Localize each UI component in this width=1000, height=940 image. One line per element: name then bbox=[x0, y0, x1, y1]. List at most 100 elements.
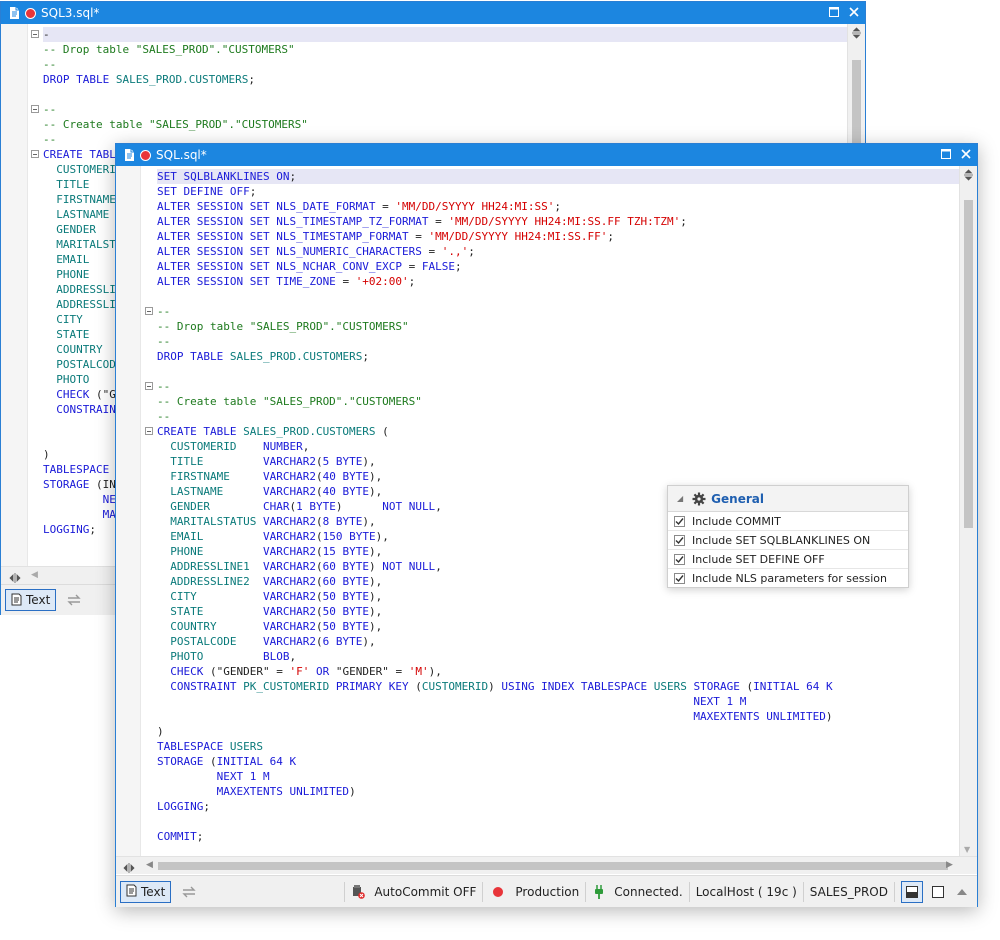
code-line[interactable]: ALTER SESSION SET NLS_TIMESTAMP_FORMAT =… bbox=[157, 229, 959, 244]
fold-toggle[interactable] bbox=[145, 307, 153, 315]
scroll-thumb[interactable] bbox=[964, 200, 973, 528]
code-line[interactable]: SET SQLBLANKLINES ON; bbox=[157, 169, 959, 184]
code-line[interactable]: CHECK ("GENDER" = 'F' OR "GENDER" = 'M')… bbox=[157, 664, 959, 679]
code-line[interactable]: -- Create table "SALES_PROD"."CUSTOMERS" bbox=[43, 117, 848, 132]
divider bbox=[344, 881, 346, 902]
environment-label[interactable]: Production bbox=[515, 885, 579, 899]
back-window-titlebar[interactable]: SQL3.sql* bbox=[1, 2, 865, 24]
code-token: 50 bbox=[322, 590, 343, 603]
option-checkbox[interactable] bbox=[674, 553, 685, 565]
server-label[interactable]: LocalHost ( 19c ) bbox=[696, 885, 797, 899]
option-checkbox[interactable] bbox=[674, 572, 685, 584]
code-line[interactable] bbox=[43, 87, 848, 102]
text-mode-button[interactable]: Text bbox=[120, 880, 172, 903]
code-line[interactable]: STORAGE (INITIAL 64 K bbox=[157, 754, 959, 769]
fold-toggle[interactable] bbox=[31, 30, 39, 38]
fold-toggle[interactable] bbox=[145, 382, 153, 390]
code-line[interactable] bbox=[157, 814, 959, 829]
code-token: 50 bbox=[322, 605, 343, 618]
code-line[interactable]: -- Drop table "SALES_PROD"."CUSTOMERS" bbox=[43, 42, 848, 57]
close-icon[interactable] bbox=[847, 5, 861, 19]
scroll-right-arrow[interactable]: ▶ bbox=[946, 860, 953, 870]
code-line[interactable]: MAXEXTENTS UNLIMITED) bbox=[157, 784, 959, 799]
code-line[interactable]: -- bbox=[43, 102, 848, 117]
scroll-left-arrow[interactable]: ◀ bbox=[31, 570, 38, 580]
code-line[interactable]: -- Drop table "SALES_PROD"."CUSTOMERS" bbox=[157, 319, 959, 334]
output-panel-toggle-icon[interactable] bbox=[901, 880, 923, 903]
code-line[interactable]: ALTER SESSION SET TIME_ZONE = '+02:00'; bbox=[157, 274, 959, 289]
text-mode-button[interactable]: Text bbox=[5, 589, 57, 611]
code-line[interactable]: NEXT 1 M bbox=[157, 769, 959, 784]
split-view-icon[interactable] bbox=[963, 168, 974, 182]
code-line[interactable]: CITY VARCHAR2(50 BYTE), bbox=[157, 589, 959, 604]
horizontal-scroll-thumb[interactable] bbox=[158, 862, 948, 870]
code-line[interactable]: LOGGING; bbox=[157, 799, 959, 814]
fold-toggle[interactable] bbox=[31, 150, 39, 158]
code-line[interactable]: NEXT 1 M bbox=[157, 694, 959, 709]
code-line[interactable]: -- bbox=[43, 57, 848, 72]
option-checkbox[interactable] bbox=[674, 534, 685, 546]
option-row[interactable]: Include SET DEFINE OFF bbox=[668, 550, 908, 569]
code-line[interactable]: ALTER SESSION SET NLS_NUMERIC_CHARACTERS… bbox=[157, 244, 959, 259]
code-line[interactable]: -- bbox=[157, 379, 959, 394]
horizontal-scrollbar[interactable]: ◀ ▶ bbox=[116, 856, 977, 874]
code-line[interactable]: CREATE TABLE SALES_PROD.CUSTOMERS ( bbox=[157, 424, 959, 439]
option-row[interactable]: Include SET SQLBLANKLINES ON bbox=[668, 531, 908, 550]
code-line[interactable]: ) bbox=[157, 724, 959, 739]
fold-markers bbox=[141, 166, 155, 856]
code-line[interactable]: - bbox=[43, 27, 848, 42]
code-line[interactable]: ALTER SESSION SET NLS_TIMESTAMP_TZ_FORMA… bbox=[157, 214, 959, 229]
front-window-titlebar[interactable]: SQL.sql* bbox=[116, 144, 977, 166]
swap-view-icon[interactable] bbox=[64, 590, 84, 610]
window-layout-icon[interactable] bbox=[927, 881, 949, 903]
fold-toggle[interactable] bbox=[31, 105, 39, 113]
code-line[interactable]: PHOTO BLOB, bbox=[157, 649, 959, 664]
code-line[interactable]: POSTALCODE VARCHAR2(6 BYTE), bbox=[157, 634, 959, 649]
connection-status[interactable]: Connected. bbox=[614, 885, 682, 899]
autocommit-status[interactable]: AutoCommit OFF bbox=[374, 885, 476, 899]
close-icon[interactable] bbox=[959, 147, 973, 161]
code-line[interactable]: COMMIT; bbox=[157, 829, 959, 844]
code-token: SALES_PROD.CUSTOMERS bbox=[243, 425, 383, 438]
code-line[interactable] bbox=[157, 364, 959, 379]
code-line[interactable]: DROP TABLE SALES_PROD.CUSTOMERS; bbox=[43, 72, 848, 87]
option-checkbox[interactable] bbox=[674, 515, 685, 527]
code-line[interactable]: SET DEFINE OFF; bbox=[157, 184, 959, 199]
code-line[interactable]: STATE VARCHAR2(50 BYTE), bbox=[157, 604, 959, 619]
code-line[interactable]: DROP TABLE SALES_PROD.CUSTOMERS; bbox=[157, 349, 959, 364]
code-token: 1 bbox=[726, 695, 740, 708]
code-line[interactable]: CUSTOMERID NUMBER, bbox=[157, 439, 959, 454]
code-line[interactable]: -- bbox=[157, 409, 959, 424]
code-line[interactable]: TITLE VARCHAR2(5 BYTE), bbox=[157, 454, 959, 469]
split-view-icon[interactable] bbox=[851, 26, 862, 40]
scroll-left-arrow[interactable]: ◀ bbox=[146, 860, 153, 870]
code-line[interactable]: FIRSTNAME VARCHAR2(40 BYTE), bbox=[157, 469, 959, 484]
code-line[interactable]: COUNTRY VARCHAR2(50 BYTE), bbox=[157, 619, 959, 634]
code-line[interactable]: MAXEXTENTS UNLIMITED) bbox=[157, 709, 959, 724]
scroll-down-arrow[interactable]: ▼ bbox=[964, 845, 970, 854]
fold-toggle[interactable] bbox=[145, 427, 153, 435]
maximize-icon[interactable] bbox=[939, 147, 953, 161]
collapse-caret-icon[interactable]: ◢ bbox=[677, 494, 683, 503]
code-line[interactable]: ALTER SESSION SET NLS_DATE_FORMAT = 'MM/… bbox=[157, 199, 959, 214]
code-token: BYTE bbox=[335, 635, 363, 648]
code-token: ALTER SESSION SET NLS_TIMESTAMP_TZ_FORMA… bbox=[157, 215, 436, 228]
code-line[interactable]: -- bbox=[157, 304, 959, 319]
code-line[interactable]: -- bbox=[157, 334, 959, 349]
code-line[interactable]: -- Create table "SALES_PROD"."CUSTOMERS" bbox=[157, 394, 959, 409]
option-row[interactable]: Include COMMIT bbox=[668, 512, 908, 531]
divider bbox=[894, 881, 895, 902]
code-line[interactable]: CONSTRAINT PK_CUSTOMERID PRIMARY KEY (CU… bbox=[157, 679, 959, 694]
code-line[interactable]: TABLESPACE USERS bbox=[157, 739, 959, 754]
panel-header[interactable]: ◢ General bbox=[668, 486, 908, 512]
option-row[interactable]: Include NLS parameters for session bbox=[668, 569, 908, 587]
chevron-up-icon[interactable] bbox=[953, 888, 971, 895]
code-line[interactable] bbox=[157, 289, 959, 304]
code-token: CUSTOMERID bbox=[43, 163, 123, 176]
schema-label[interactable]: SALES_PROD bbox=[810, 885, 888, 899]
maximize-icon[interactable] bbox=[827, 5, 841, 19]
vertical-scrollbar[interactable]: ▼ bbox=[959, 166, 977, 856]
code-line[interactable]: ALTER SESSION SET NLS_NCHAR_CONV_EXCP = … bbox=[157, 259, 959, 274]
swap-view-icon[interactable] bbox=[179, 882, 199, 902]
code-token: 60 bbox=[322, 575, 343, 588]
